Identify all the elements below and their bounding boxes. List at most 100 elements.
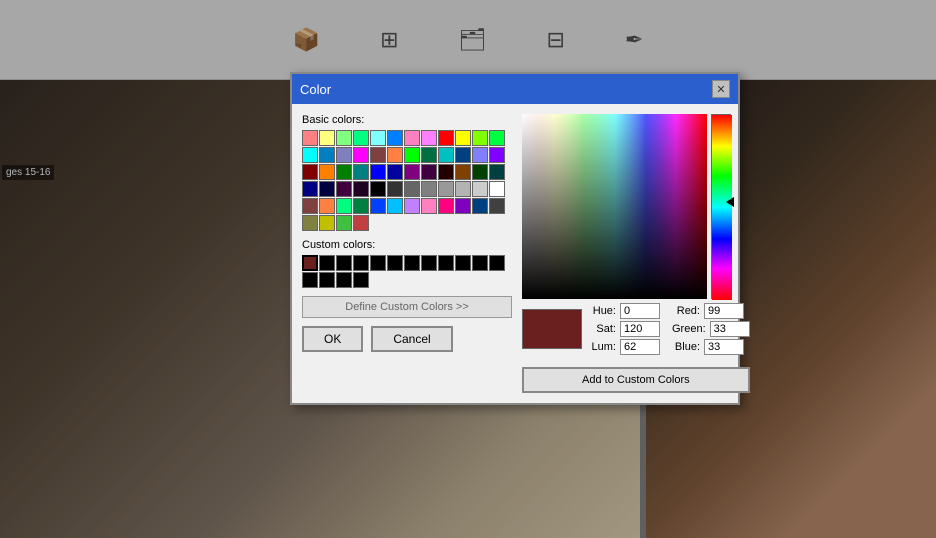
basic-color-cell[interactable] <box>421 181 437 197</box>
basic-color-cell[interactable] <box>353 198 369 214</box>
basic-color-cell[interactable] <box>370 198 386 214</box>
basic-color-cell[interactable] <box>387 198 403 214</box>
custom-color-cell[interactable] <box>319 272 335 288</box>
basic-color-cell[interactable] <box>336 198 352 214</box>
custom-color-cell[interactable] <box>353 255 369 271</box>
basic-color-cell[interactable] <box>336 130 352 146</box>
basic-color-cell[interactable] <box>336 215 352 231</box>
sat-input[interactable] <box>620 321 660 337</box>
basic-color-cell[interactable] <box>455 130 471 146</box>
green-input[interactable] <box>710 321 750 337</box>
basic-color-cell[interactable] <box>438 130 454 146</box>
lum-input[interactable] <box>620 339 660 355</box>
lum-label: Lum: <box>588 341 616 353</box>
basic-color-cell[interactable] <box>387 181 403 197</box>
basic-color-cell[interactable] <box>438 198 454 214</box>
basic-color-cell[interactable] <box>455 164 471 180</box>
basic-color-cell[interactable] <box>353 130 369 146</box>
basic-color-cell[interactable] <box>387 147 403 163</box>
add-to-custom-colors-button[interactable]: Add to Custom Colors <box>522 367 750 393</box>
basic-color-cell[interactable] <box>455 181 471 197</box>
basic-color-cell[interactable] <box>472 181 488 197</box>
basic-color-cell[interactable] <box>302 147 318 163</box>
cancel-button[interactable]: Cancel <box>371 326 452 352</box>
basic-color-cell[interactable] <box>319 198 335 214</box>
basic-color-cell[interactable] <box>302 164 318 180</box>
custom-color-cell[interactable] <box>489 255 505 271</box>
basic-color-cell[interactable] <box>489 198 505 214</box>
basic-color-cell[interactable] <box>404 130 420 146</box>
basic-color-cell[interactable] <box>302 198 318 214</box>
red-input[interactable] <box>704 303 744 319</box>
basic-color-cell[interactable] <box>336 181 352 197</box>
basic-color-cell[interactable] <box>353 164 369 180</box>
basic-color-cell[interactable] <box>370 130 386 146</box>
basic-color-cell[interactable] <box>319 130 335 146</box>
hue-label: Hue: <box>588 305 616 317</box>
basic-color-cell[interactable] <box>455 147 471 163</box>
basic-color-cell[interactable] <box>319 181 335 197</box>
basic-color-cell[interactable] <box>387 130 403 146</box>
basic-color-cell[interactable] <box>421 147 437 163</box>
basic-color-cell[interactable] <box>353 147 369 163</box>
close-button[interactable]: ✕ <box>712 80 730 98</box>
hue-slider[interactable] <box>711 114 731 299</box>
basic-color-cell[interactable] <box>472 198 488 214</box>
basic-color-cell[interactable] <box>455 198 471 214</box>
basic-colors-grid <box>302 130 512 231</box>
basic-color-cell[interactable] <box>404 147 420 163</box>
custom-color-cell[interactable] <box>387 255 403 271</box>
basic-color-cell[interactable] <box>404 164 420 180</box>
custom-colors-label: Custom colors: <box>302 239 512 251</box>
basic-color-cell[interactable] <box>336 147 352 163</box>
basic-color-cell[interactable] <box>472 130 488 146</box>
basic-color-cell[interactable] <box>489 147 505 163</box>
basic-color-cell[interactable] <box>421 164 437 180</box>
basic-color-cell[interactable] <box>489 130 505 146</box>
hue-input[interactable] <box>620 303 660 319</box>
custom-color-cell[interactable] <box>438 255 454 271</box>
rgb-inputs: Red: Green: Blue: <box>672 303 750 355</box>
custom-color-cell[interactable] <box>319 255 335 271</box>
basic-color-cell[interactable] <box>319 164 335 180</box>
basic-color-cell[interactable] <box>404 198 420 214</box>
basic-color-cell[interactable] <box>302 215 318 231</box>
basic-color-cell[interactable] <box>370 164 386 180</box>
blue-input[interactable] <box>704 339 744 355</box>
basic-color-cell[interactable] <box>353 215 369 231</box>
basic-color-cell[interactable] <box>353 181 369 197</box>
basic-color-cell[interactable] <box>319 147 335 163</box>
custom-color-cell[interactable] <box>336 255 352 271</box>
basic-color-cell[interactable] <box>472 147 488 163</box>
custom-color-cell[interactable] <box>353 272 369 288</box>
red-row: Red: <box>672 303 750 319</box>
basic-color-cell[interactable] <box>438 164 454 180</box>
custom-color-cell[interactable] <box>421 255 437 271</box>
custom-color-cell[interactable] <box>455 255 471 271</box>
custom-color-cell[interactable] <box>370 255 386 271</box>
custom-color-cell[interactable] <box>404 255 420 271</box>
basic-color-cell[interactable] <box>302 130 318 146</box>
custom-color-cell[interactable] <box>302 272 318 288</box>
custom-color-cell[interactable] <box>472 255 488 271</box>
ok-button[interactable]: OK <box>302 326 363 352</box>
basic-color-cell[interactable] <box>302 181 318 197</box>
basic-color-cell[interactable] <box>404 181 420 197</box>
color-gradient-canvas[interactable] <box>522 114 707 299</box>
basic-color-cell[interactable] <box>387 164 403 180</box>
basic-color-cell[interactable] <box>421 130 437 146</box>
basic-color-cell[interactable] <box>472 164 488 180</box>
basic-color-cell[interactable] <box>370 147 386 163</box>
hue-slider-thumb <box>726 197 734 207</box>
basic-color-cell[interactable] <box>489 181 505 197</box>
basic-color-cell[interactable] <box>319 215 335 231</box>
custom-color-cell[interactable] <box>302 255 318 271</box>
basic-color-cell[interactable] <box>438 147 454 163</box>
basic-color-cell[interactable] <box>370 181 386 197</box>
basic-color-cell[interactable] <box>489 164 505 180</box>
custom-color-cell[interactable] <box>336 272 352 288</box>
basic-color-cell[interactable] <box>421 198 437 214</box>
define-custom-colors-button[interactable]: Define Custom Colors >> <box>302 296 512 318</box>
basic-color-cell[interactable] <box>336 164 352 180</box>
basic-color-cell[interactable] <box>438 181 454 197</box>
